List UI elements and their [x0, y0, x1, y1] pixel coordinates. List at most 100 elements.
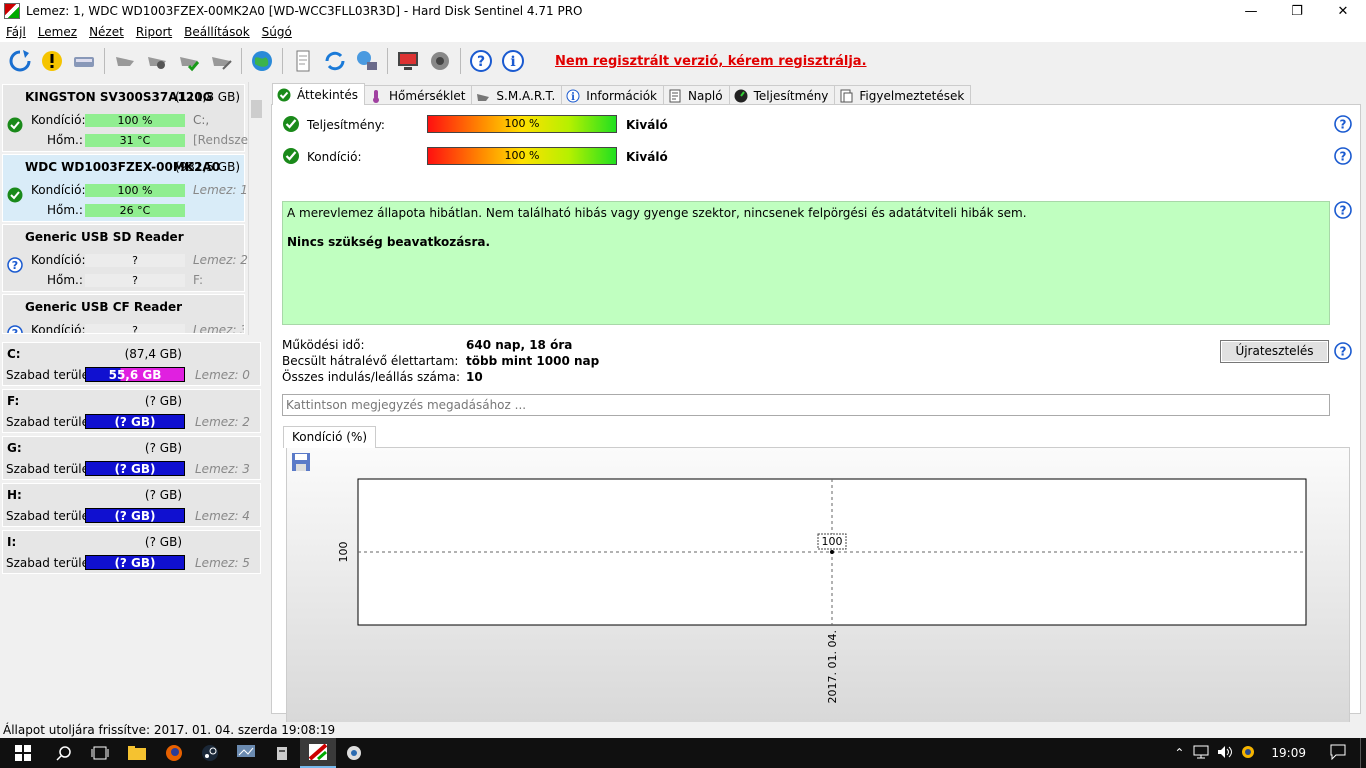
- partition-size: (87,4 GB): [124, 347, 182, 361]
- disk-item-wdc[interactable]: WDC WD1003FZEX-00MK2A0 (931,5 GB) Kondíc…: [2, 154, 248, 222]
- disk-item-kingston[interactable]: KINGSTON SV300S37A120G (111,8 GB) Kondíc…: [2, 84, 253, 152]
- app-tray-icon[interactable]: [1237, 745, 1259, 762]
- partition-letter: G:: [7, 441, 22, 455]
- drive-tools-icon[interactable]: [207, 47, 235, 75]
- chart-tab-condition[interactable]: Kondíció (%): [283, 426, 377, 448]
- disk-name: Generic USB SD Reader: [25, 230, 184, 244]
- partition-f[interactable]: F: (? GB) Szabad terület (? GB) Lemez: 2: [2, 389, 261, 433]
- network-icon[interactable]: [353, 47, 381, 75]
- partition-size: (? GB): [144, 535, 182, 549]
- menu-help[interactable]: Súgó: [256, 25, 298, 39]
- globe-icon[interactable]: [248, 47, 276, 75]
- tray-chevron-icon[interactable]: ⌃: [1169, 746, 1189, 760]
- start-icon[interactable]: [0, 738, 46, 768]
- tab-performance[interactable]: Teljesítmény: [728, 85, 836, 105]
- drive-gear-icon[interactable]: [143, 47, 171, 75]
- task-view-icon[interactable]: [82, 738, 118, 768]
- condition-rating: Kiváló: [626, 150, 668, 164]
- toolbar-separator: [282, 48, 283, 74]
- partition-c[interactable]: C: (87,4 GB) Szabad terület 55,6 GB Leme…: [2, 342, 261, 386]
- tab-log[interactable]: Napló: [662, 85, 730, 105]
- menu-file[interactable]: Fájl: [0, 25, 32, 39]
- help-icon[interactable]: ?: [1334, 342, 1352, 360]
- log-document-icon: [669, 89, 681, 102]
- hdsentinel-icon[interactable]: [300, 738, 336, 768]
- firefox-icon[interactable]: [156, 738, 192, 768]
- network-tray-icon[interactable]: [1189, 745, 1213, 762]
- condition-label: Kondíció:: [31, 253, 86, 267]
- disk-side-info: F:: [193, 273, 204, 287]
- partition-disk: Lemez: 0: [195, 368, 250, 382]
- menu-report[interactable]: Riport: [130, 25, 178, 39]
- minimize-button[interactable]: —: [1228, 0, 1274, 22]
- app-icon[interactable]: [228, 738, 264, 768]
- app3-icon[interactable]: [336, 738, 372, 768]
- health-message: A merevlemez állapota hibátlan. Nem talá…: [287, 206, 1027, 220]
- sync-icon[interactable]: [321, 47, 349, 75]
- start-stop-row: Összes indulás/leállás száma: 10: [282, 370, 483, 384]
- free-space-label: Szabad terület: [6, 556, 94, 570]
- registration-warning-link[interactable]: Nem regisztrált verzió, kérem regisztrál…: [555, 54, 867, 69]
- title-bar: Lemez: 1, WDC WD1003FZEX-00MK2A0 [WD-WCC…: [0, 0, 1366, 22]
- disk-item-cf-reader[interactable]: Generic USB CF Reader ? Kondíció: ? Leme…: [2, 294, 245, 334]
- tab-overview[interactable]: Áttekintés: [272, 83, 366, 105]
- file-explorer-icon[interactable]: [118, 738, 156, 768]
- condition-bar: ?: [85, 254, 185, 267]
- performance-label: Teljesítmény:: [307, 118, 385, 132]
- ok-check-icon: [283, 148, 299, 164]
- app2-icon[interactable]: [264, 738, 300, 768]
- clock[interactable]: 19:09: [1259, 746, 1322, 760]
- menu-disk[interactable]: Lemez: [32, 25, 83, 39]
- free-space-label: Szabad terület: [6, 415, 94, 429]
- svg-text:i: i: [571, 92, 575, 103]
- show-desktop-button[interactable]: [1360, 738, 1366, 768]
- drive-icon[interactable]: [111, 47, 139, 75]
- temperature-label: Hőm.:: [47, 203, 83, 217]
- note-input[interactable]: Kattintson megjegyzés megadásához ...: [282, 394, 1330, 416]
- close-button[interactable]: ✕: [1320, 0, 1366, 22]
- tab-smart[interactable]: S.M.A.R.T.: [471, 85, 563, 105]
- partition-h[interactable]: H: (? GB) Szabad terület (? GB) Lemez: 4: [2, 483, 261, 527]
- help-icon[interactable]: ?: [1334, 115, 1352, 133]
- drive-check-icon[interactable]: [175, 47, 203, 75]
- info-icon[interactable]: i: [499, 47, 527, 75]
- volume-icon[interactable]: [1213, 745, 1237, 762]
- gauge-icon: [734, 89, 748, 102]
- free-space-label: Szabad terület: [6, 462, 94, 476]
- menu-view[interactable]: Nézet: [83, 25, 130, 39]
- refresh-icon[interactable]: [6, 47, 34, 75]
- search-icon[interactable]: [46, 738, 82, 768]
- disk-item-sd-reader[interactable]: Generic USB SD Reader ? Kondíció: ? Leme…: [2, 224, 248, 292]
- scrollbar-thumb[interactable]: [251, 100, 262, 118]
- speaker-icon[interactable]: [426, 47, 454, 75]
- monitor-icon[interactable]: [394, 47, 422, 75]
- disk-side-info: [Rendszer: [193, 133, 253, 147]
- partition-i[interactable]: I: (? GB) Szabad terület (? GB) Lemez: 5: [2, 530, 261, 574]
- ok-check-icon: [7, 187, 23, 203]
- disk-icon[interactable]: [70, 47, 98, 75]
- drive-icon: [477, 93, 490, 101]
- unknown-question-icon: ?: [7, 257, 23, 273]
- maximize-button[interactable]: ❐: [1274, 0, 1320, 22]
- retest-button[interactable]: Újratesztelés: [1220, 340, 1329, 363]
- disk-side-info: Lemez: 2: [193, 253, 248, 267]
- document-icon[interactable]: [289, 47, 317, 75]
- partition-g[interactable]: G: (? GB) Szabad terület (? GB) Lemez: 3: [2, 436, 261, 480]
- tab-alerts[interactable]: Figyelmeztetések: [834, 85, 972, 105]
- performance-value: 100 %: [504, 117, 540, 130]
- y-tick-label: 100: [337, 542, 350, 563]
- menu-settings[interactable]: Beállítások: [178, 25, 256, 39]
- alert-icon[interactable]: [38, 47, 66, 75]
- thermometer-icon: [373, 89, 380, 103]
- help-icon[interactable]: ?: [1334, 201, 1352, 219]
- help-icon[interactable]: ?: [1334, 147, 1352, 165]
- tab-information[interactable]: i Információk: [561, 85, 664, 105]
- tab-temperature[interactable]: Hőmérséklet: [364, 85, 473, 105]
- steam-icon[interactable]: [192, 738, 228, 768]
- help-icon[interactable]: ?: [467, 47, 495, 75]
- notifications-icon[interactable]: [1322, 744, 1360, 763]
- disk-list-scrollbar[interactable]: [248, 82, 263, 335]
- x-tick-label: 2017. 01. 04.: [826, 630, 839, 703]
- disk-size: (111,8 GB): [174, 90, 240, 104]
- condition-label: Kondíció:: [31, 113, 86, 127]
